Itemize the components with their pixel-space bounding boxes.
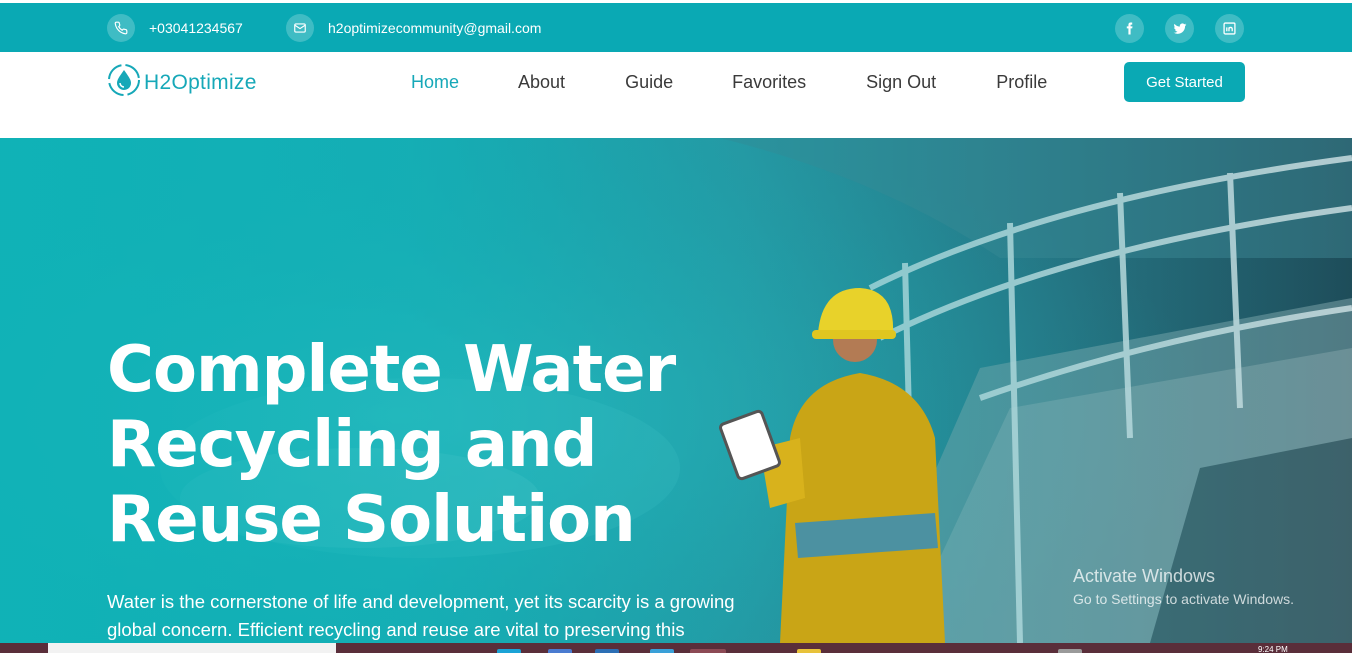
nav-guide[interactable]: Guide xyxy=(625,72,673,93)
email-address: h2optimizecommunity@gmail.com xyxy=(328,20,542,36)
main-navbar: H2Optimize Home About Guide Favorites Si… xyxy=(0,52,1352,138)
hero-desc-line2: global concern. Efficient recycling and … xyxy=(107,619,685,640)
windows-activation-watermark: Activate Windows Go to Settings to activ… xyxy=(1073,566,1294,607)
twitter-icon[interactable] xyxy=(1165,14,1194,43)
water-drop-icon xyxy=(106,62,142,103)
phone-number: +03041234567 xyxy=(149,20,243,36)
hero-title: Complete Water Recycling and Reuse Solut… xyxy=(107,333,707,558)
brand-logo[interactable]: H2Optimize xyxy=(106,62,257,103)
nav-about[interactable]: About xyxy=(518,72,565,93)
taskbar-search-box[interactable] xyxy=(48,643,336,653)
nav-favorites[interactable]: Favorites xyxy=(732,72,806,93)
watermark-title: Activate Windows xyxy=(1073,566,1216,586)
nav-home[interactable]: Home xyxy=(411,72,459,93)
hero-title-line1: Complete Water xyxy=(107,333,676,407)
os-taskbar: 9:24 PM xyxy=(0,643,1352,654)
taskbar-app-icon[interactable] xyxy=(690,649,726,653)
taskbar-tray-icon[interactable] xyxy=(1058,649,1082,653)
linkedin-icon[interactable] xyxy=(1215,14,1244,43)
taskbar-app-icon[interactable] xyxy=(797,649,821,653)
main-nav: Home About Guide Favorites Sign Out Prof… xyxy=(411,72,1047,93)
mail-icon xyxy=(286,14,314,42)
hero-title-line2: Recycling and xyxy=(107,408,597,482)
watermark-subtitle: Go to Settings to activate Windows. xyxy=(1073,591,1294,607)
taskbar-app-icon[interactable] xyxy=(497,649,521,653)
facebook-icon[interactable] xyxy=(1115,14,1144,43)
email-contact[interactable]: h2optimizecommunity@gmail.com xyxy=(286,14,541,42)
taskbar-app-icon[interactable] xyxy=(548,649,572,653)
phone-contact[interactable]: +03041234567 xyxy=(107,14,243,42)
social-links xyxy=(1115,14,1244,43)
top-contact-bar: +03041234567 h2optimizecommunity@gmail.c… xyxy=(0,0,1352,52)
brand-name: H2Optimize xyxy=(144,70,257,94)
get-started-button[interactable]: Get Started xyxy=(1124,62,1245,102)
taskbar-app-icon[interactable] xyxy=(650,649,674,653)
nav-sign-out[interactable]: Sign Out xyxy=(866,72,936,93)
hero-description: Water is the cornerstone of life and dev… xyxy=(107,588,767,643)
hero-title-line3: Reuse Solution xyxy=(107,483,636,557)
taskbar-app-icon[interactable] xyxy=(595,649,619,653)
nav-profile[interactable]: Profile xyxy=(996,72,1047,93)
phone-icon xyxy=(107,14,135,42)
hero-desc-line1: Water is the cornerstone of life and dev… xyxy=(107,591,735,612)
hero-section: Complete Water Recycling and Reuse Solut… xyxy=(0,138,1352,643)
